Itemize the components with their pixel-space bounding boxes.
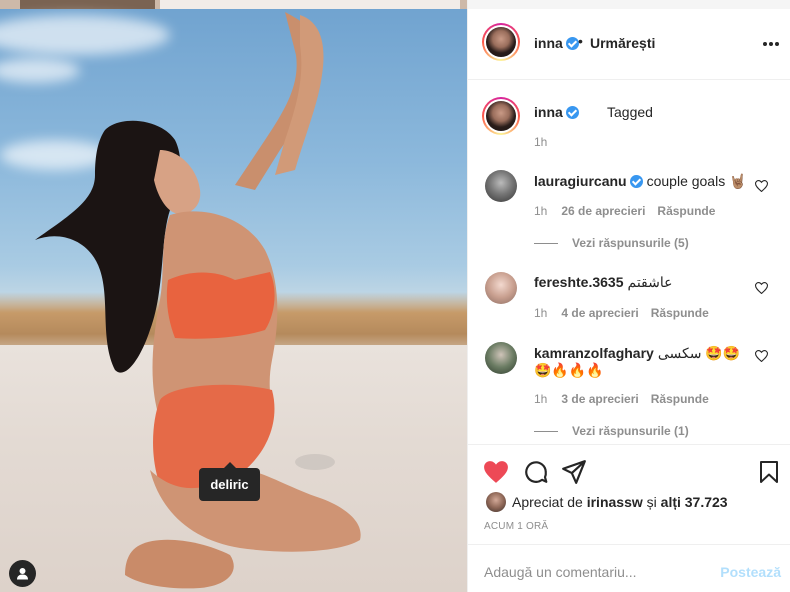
comment-text: سکسی 🤩🤩: [657, 345, 741, 361]
comment-text-row-2: 🤩🔥🔥🔥: [534, 362, 604, 379]
liker-avatar[interactable]: [486, 492, 506, 512]
commenter-avatar[interactable]: [485, 272, 517, 304]
view-replies-label[interactable]: Vezi răspunsurile (5): [572, 236, 689, 250]
top-strip: [468, 0, 790, 9]
separator-dot: •: [578, 33, 583, 49]
caption-username-text[interactable]: inna: [534, 104, 563, 120]
save-bookmark-icon[interactable]: [757, 459, 781, 485]
caption-avatar[interactable]: [482, 97, 520, 135]
comment-meta: 1h 26 de aprecieri Răspunde: [534, 204, 715, 218]
share-icon[interactable]: [561, 459, 587, 485]
comment-text: couple goals 🤘🏽: [646, 173, 747, 189]
user-tags-button[interactable]: [9, 560, 36, 587]
post-header: inna • Urmărești: [468, 9, 790, 80]
more-options-icon[interactable]: [763, 42, 779, 46]
post-timestamp[interactable]: ACUM 1 ORĂ: [484, 521, 548, 532]
comment-time[interactable]: 1h: [534, 306, 547, 320]
likes-conjunction: și: [646, 494, 657, 510]
person-icon: [17, 568, 28, 580]
post-actions: Apreciat de irinassw și alți 37.723 ACUM…: [468, 444, 790, 544]
comment-meta: 1h 4 de aprecieri Răspunde: [534, 306, 709, 320]
comment-meta: 1h 3 de aprecieri Răspunde: [534, 392, 709, 406]
comment-icon[interactable]: [523, 459, 549, 485]
verified-badge-icon: [629, 175, 643, 188]
user-tag-tooltip[interactable]: deliric: [199, 462, 260, 501]
comment-like-heart-icon[interactable]: [755, 180, 768, 192]
comment-username[interactable]: lauragiurcanu: [534, 173, 627, 189]
post-side-panel: inna • Urmărești inna Tagged 1h lauragiu…: [467, 0, 790, 592]
comment-time[interactable]: 1h: [534, 392, 547, 406]
woman-figure: [35, 12, 361, 589]
view-replies-button[interactable]: Vezi răspunsurile (1): [534, 424, 689, 438]
verified-badge-icon: [565, 37, 579, 50]
comment-input[interactable]: Adaugă un comentariu...: [484, 564, 637, 580]
view-replies-button[interactable]: Vezi răspunsurile (5): [534, 236, 689, 250]
add-comment-bar: Adaugă un comentariu... Postează: [468, 544, 790, 592]
comment-likes[interactable]: 4 de aprecieri: [561, 306, 638, 320]
caption-text: Tagged: [607, 104, 653, 120]
comment-text-continued: 🤩🔥🔥🔥: [534, 362, 604, 378]
caption-time[interactable]: 1h: [534, 135, 547, 149]
comment-text-row: lauragiurcanu couple goals 🤘🏽: [534, 173, 747, 190]
author-username[interactable]: inna: [534, 35, 579, 51]
following-button[interactable]: Urmărești: [590, 35, 655, 51]
likes-prefix: Apreciat de: [512, 494, 583, 510]
comment-username[interactable]: fereshte.3635: [534, 274, 624, 290]
comment-username[interactable]: kamranzolfaghary: [534, 345, 654, 361]
reply-button[interactable]: Răspunde: [657, 204, 715, 218]
commenter-avatar[interactable]: [485, 170, 517, 202]
author-username-text[interactable]: inna: [534, 35, 563, 51]
view-replies-label[interactable]: Vezi răspunsurile (1): [572, 424, 689, 438]
comment-like-heart-icon[interactable]: [755, 350, 768, 362]
caption-username[interactable]: inna: [534, 104, 579, 120]
reply-button[interactable]: Răspunde: [651, 306, 709, 320]
post-photo[interactable]: deliric: [0, 0, 467, 592]
comment-likes[interactable]: 3 de aprecieri: [561, 392, 638, 406]
likes-summary[interactable]: Apreciat de irinassw și alți 37.723: [512, 494, 728, 510]
comment-text-row: kamranzolfaghary سکسی 🤩🤩: [534, 345, 740, 362]
likes-others-count[interactable]: alți 37.723: [661, 494, 728, 510]
liker-username[interactable]: irinassw: [587, 494, 643, 510]
verified-badge-icon: [565, 106, 579, 119]
author-avatar[interactable]: [482, 23, 520, 61]
reply-button[interactable]: Răspunde: [651, 392, 709, 406]
comment-text: عاشقتم: [627, 274, 673, 290]
comment-like-heart-icon[interactable]: [755, 282, 768, 294]
post-comment-button[interactable]: Postează: [720, 564, 781, 580]
like-heart-icon[interactable]: [483, 459, 509, 485]
commenter-avatar[interactable]: [485, 342, 517, 374]
comment-text-row: fereshte.3635 عاشقتم: [534, 274, 673, 291]
comment-likes[interactable]: 26 de aprecieri: [561, 204, 645, 218]
comment-time[interactable]: 1h: [534, 204, 547, 218]
